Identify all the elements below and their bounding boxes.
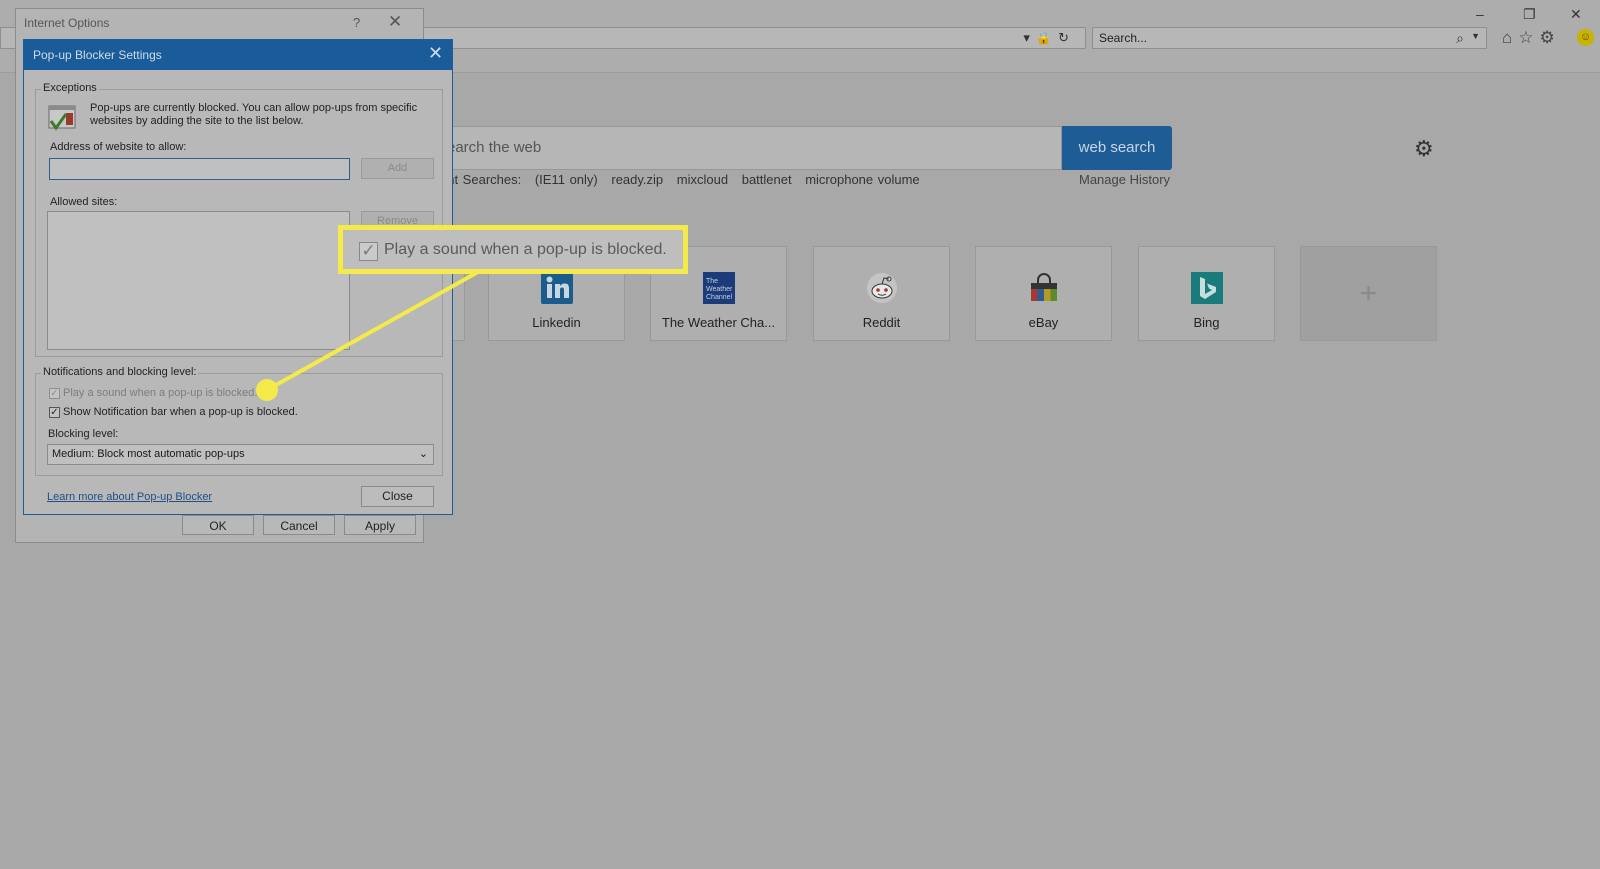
recent-search-item[interactable]: battlenet	[742, 172, 792, 187]
ok-button[interactable]: OK	[182, 515, 254, 535]
star-icon[interactable]: ☆	[1518, 28, 1539, 47]
dialog-title: Internet Options	[24, 16, 110, 30]
gear-icon[interactable]: ⚙	[1540, 28, 1561, 47]
notification-bar-checkbox[interactable]: ✓	[49, 407, 60, 418]
web-search-button[interactable]: web search	[1062, 126, 1172, 170]
popup-blocker-settings-dialog: Pop-up Blocker Settings ✕ Exceptions Pop…	[23, 39, 453, 515]
play-sound-checkbox[interactable]: ✓	[49, 388, 60, 399]
blocking-level-select[interactable]: Medium: Block most automatic pop-ups ⌄	[47, 444, 434, 465]
close-button[interactable]: Close	[361, 486, 434, 507]
allowed-sites-list[interactable]	[47, 211, 350, 350]
address-input[interactable]	[49, 158, 350, 180]
notifications-label: Notifications and blocking level:	[41, 366, 199, 378]
bing-logo-icon	[1190, 272, 1223, 304]
plus-icon: +	[1359, 277, 1378, 310]
learn-more-link[interactable]: Learn more about Pop-up Blocker	[47, 491, 212, 503]
search-icon[interactable]: ⌕	[1456, 30, 1464, 47]
dialog-title: Pop-up Blocker Settings	[33, 48, 162, 62]
svg-text:Channel: Channel	[706, 294, 733, 301]
play-sound-label: Play a sound when a pop-up is blocked.	[63, 387, 258, 399]
web-search-input[interactable]: earch the web	[440, 126, 1062, 170]
popup-blocked-icon	[48, 105, 76, 131]
linkedin-logo-icon	[540, 272, 573, 304]
site-tile-reddit[interactable]: Reddit	[813, 246, 950, 341]
svg-text:Weather: Weather	[706, 286, 733, 293]
minimize-button[interactable]: –	[1476, 6, 1484, 22]
gear-icon[interactable]: ⚙	[1414, 136, 1434, 162]
callout-text: Play a sound when a pop-up is blocked.	[384, 241, 667, 258]
address-label: Address of website to allow:	[50, 141, 187, 153]
close-icon[interactable]: ✕	[428, 43, 443, 64]
chevron-down-icon: ⌄	[418, 448, 428, 460]
tile-label: eBay	[1028, 315, 1059, 330]
callout-checkbox: ✓	[359, 242, 378, 261]
tile-label: Bing	[1193, 315, 1220, 330]
recent-search-item[interactable]: mixcloud	[677, 172, 728, 187]
close-button[interactable]: ✕	[388, 12, 402, 32]
recent-searches: ent Searches: (IE11 only) ready.zip mixc…	[440, 172, 929, 187]
svg-text:The: The	[706, 278, 718, 285]
browser-search-input[interactable]: Search... ⌕ ▼	[1092, 27, 1487, 49]
add-tile-button[interactable]: +	[1300, 246, 1437, 341]
weather-channel-logo-icon: The Weather Channel	[702, 272, 735, 304]
apply-button[interactable]: Apply	[344, 515, 416, 535]
manage-history-link[interactable]: Manage History	[1079, 172, 1170, 187]
address-bar-icons: ▾🔒↻	[1023, 30, 1075, 45]
allowed-sites-label: Allowed sites:	[50, 196, 118, 208]
site-tile-ebay[interactable]: eBay	[975, 246, 1112, 341]
recent-search-item[interactable]: ready.zip	[611, 172, 663, 187]
callout-box: ✓ Play a sound when a pop-up is blocked.	[338, 225, 688, 274]
tile-label: Reddit	[862, 315, 901, 330]
notification-bar-label: Show Notification bar when a pop-up is b…	[63, 406, 298, 418]
dialog-titlebar: Pop-up Blocker Settings ✕	[24, 40, 452, 70]
recent-search-item[interactable]: (IE11 only)	[535, 172, 598, 187]
recent-search-item[interactable]: microphone volume	[805, 172, 919, 187]
add-button[interactable]: Add	[361, 158, 434, 179]
reddit-logo-icon	[866, 273, 897, 303]
blocking-level-label: Blocking level:	[48, 428, 119, 440]
home-icon[interactable]: ⌂	[1502, 28, 1518, 47]
exceptions-label: Exceptions	[41, 82, 99, 94]
close-button[interactable]: ✕	[1570, 6, 1582, 23]
tile-label: Linkedin	[532, 315, 581, 330]
cancel-button[interactable]: Cancel	[263, 515, 335, 535]
feedback-smiley-icon[interactable]: ☺	[1577, 29, 1594, 46]
ebay-logo-icon	[1030, 273, 1057, 301]
restore-button[interactable]: ❐	[1523, 6, 1536, 23]
tile-label: The Weather Cha...	[661, 315, 776, 330]
info-text: Pop-ups are currently blocked. You can a…	[90, 102, 418, 127]
chevron-down-icon[interactable]: ▼	[1471, 31, 1480, 41]
help-button[interactable]: ?	[353, 15, 360, 30]
site-tile-bing[interactable]: Bing	[1138, 246, 1275, 341]
